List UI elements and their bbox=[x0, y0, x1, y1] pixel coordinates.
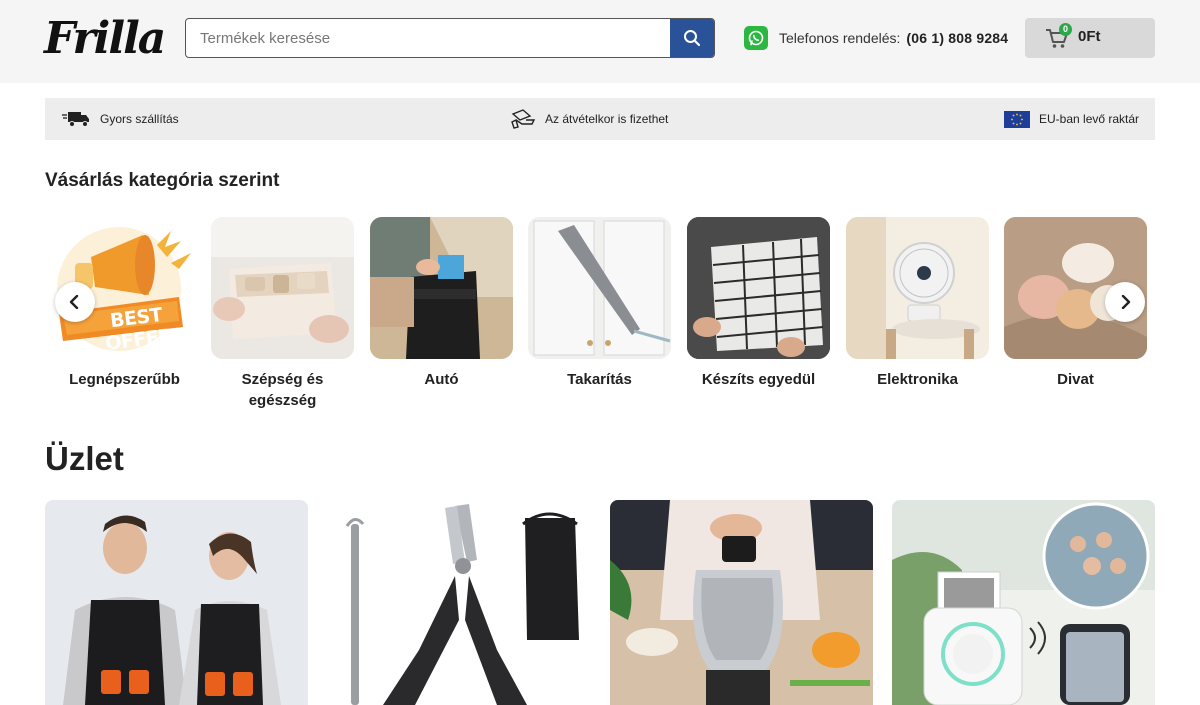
product-card-food-chopper[interactable] bbox=[610, 500, 873, 705]
carousel-next-button[interactable] bbox=[1105, 282, 1145, 322]
category-card-electronics[interactable]: Elektronika bbox=[846, 217, 989, 390]
category-label: Takarítás bbox=[567, 371, 632, 388]
category-label: Legnépszerűbb bbox=[69, 371, 180, 388]
category-image bbox=[687, 217, 830, 359]
product-card-heated-vest[interactable] bbox=[45, 500, 308, 705]
category-card-cleaning[interactable]: Takarítás bbox=[528, 217, 671, 390]
usp-label: Az átvételkor is fizethet bbox=[545, 112, 669, 126]
category-label: Autó bbox=[424, 371, 459, 388]
product-image bbox=[892, 500, 1155, 705]
product-card-photo-printer[interactable] bbox=[892, 500, 1155, 705]
eu-flag-icon bbox=[1004, 110, 1030, 128]
category-card-diy[interactable]: Készíts egyedül bbox=[687, 217, 830, 390]
search-button[interactable] bbox=[670, 19, 714, 57]
usp-item-shipping: Gyors szállítás bbox=[61, 98, 179, 140]
chevron-left-icon bbox=[69, 295, 79, 309]
usp-label: EU-ban levő raktár bbox=[1039, 112, 1140, 126]
category-label: Szépség és egészség bbox=[241, 371, 324, 409]
usp-item-warehouse: EU-ban levő raktár bbox=[1004, 98, 1139, 140]
category-image bbox=[370, 217, 513, 359]
category-label: Elektronika bbox=[877, 371, 958, 388]
shop-section-title: Üzlet bbox=[45, 440, 124, 477]
cart-count-badge: 0 bbox=[1059, 23, 1072, 36]
delivery-truck-icon bbox=[62, 112, 89, 127]
cart-button[interactable]: 0 0Ft bbox=[1025, 18, 1155, 58]
category-image bbox=[211, 217, 354, 359]
search-bar bbox=[185, 18, 715, 58]
phone-number[interactable]: (06 1) 808 9284 bbox=[906, 30, 1008, 46]
site-header: Frilla Telefonos rendelés: (06 1) 808 92… bbox=[0, 0, 1200, 83]
category-label: Készíts egyedül bbox=[701, 371, 816, 388]
product-image bbox=[610, 500, 873, 705]
usp-label: Gyors szállítás bbox=[100, 112, 179, 126]
logo-text: Frilla bbox=[44, 13, 166, 64]
product-card-nail-clipper[interactable] bbox=[327, 500, 590, 705]
usp-item-payment: Az átvételkor is fizethet bbox=[510, 98, 668, 140]
hand-payment-icon bbox=[511, 109, 536, 129]
category-section-title: Vásárlás kategória szerint bbox=[45, 170, 280, 191]
carousel-prev-button[interactable] bbox=[55, 282, 95, 322]
search-input[interactable] bbox=[186, 19, 671, 57]
cart-total: 0Ft bbox=[1078, 28, 1101, 45]
site-logo[interactable]: Frilla bbox=[44, 13, 166, 64]
search-icon bbox=[684, 30, 701, 47]
phone-label: Telefonos rendelés: bbox=[779, 30, 901, 46]
chevron-right-icon bbox=[1121, 295, 1131, 309]
category-image bbox=[528, 217, 671, 359]
phone-order[interactable]: Telefonos rendelés: (06 1) 808 9284 bbox=[744, 26, 1008, 50]
category-card-auto[interactable]: Autó bbox=[370, 217, 513, 390]
category-label: Divat bbox=[1057, 371, 1094, 388]
category-image bbox=[846, 217, 989, 359]
product-image bbox=[327, 500, 590, 705]
product-image bbox=[45, 500, 308, 705]
category-card-beauty[interactable]: Szépség és egészség bbox=[211, 217, 354, 411]
usp-bar: Gyors szállítás Az átvételkor is fizethe… bbox=[45, 98, 1155, 140]
whatsapp-icon bbox=[744, 26, 768, 50]
